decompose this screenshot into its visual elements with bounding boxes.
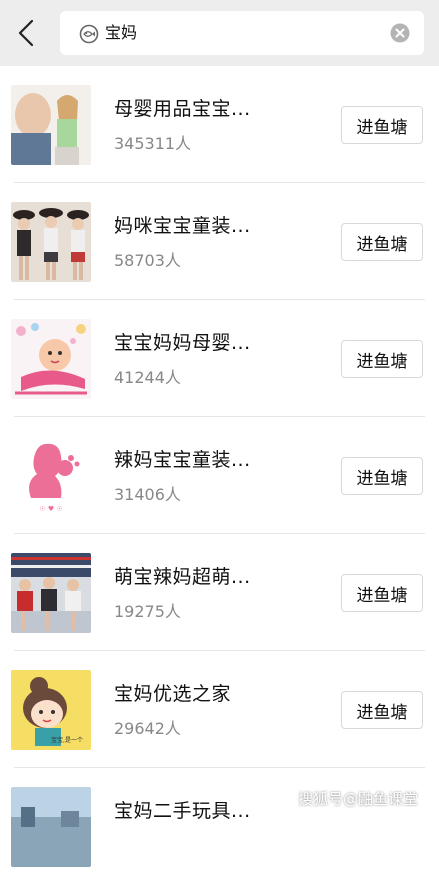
back-button[interactable] [10,15,46,51]
svg-text:宝宝,是一个: 宝宝,是一个 [51,736,83,744]
member-count: 29642人 [114,719,181,738]
watermark: 搜狐号@鼬鱼课堂 [298,790,419,808]
pink-mother-logo: ☉ ♥ ☉ [11,436,91,516]
join-button[interactable]: 进鱼塘 [341,340,423,378]
list-item[interactable]: 宝妈二手玩具... [0,768,439,885]
member-count: 19275人 [114,602,181,621]
join-button[interactable]: 进鱼塘 [341,223,423,261]
member-count: 41244人 [114,368,181,387]
group-name: 妈咪宝宝童装... [114,215,251,237]
search-input[interactable]: 宝妈 [60,11,424,55]
top-bar: 宝妈 [0,0,439,66]
kids-fashion-photo [11,202,91,282]
chevron-left-icon [18,19,34,47]
join-button[interactable]: 进鱼塘 [341,691,423,729]
fish-search-icon [79,24,99,44]
member-count: 345311人 [114,134,192,153]
list-item[interactable]: 宝宝,是一个 宝妈优选之家 29642人 进鱼塘 [0,651,439,768]
pregnant-mother-child-photo [11,85,91,165]
list-item[interactable]: ☉ ♥ ☉ 辣妈宝宝童装... 31406人 进鱼塘 [0,417,439,534]
svg-text:☉ ♥ ☉: ☉ ♥ ☉ [39,505,62,513]
group-name: 宝宝妈妈母婴... [114,332,251,354]
member-count: 31406人 [114,485,181,504]
member-count: 58703人 [114,251,181,270]
group-name: 辣妈宝宝童装... [114,449,251,471]
kids-group-photo [11,553,91,633]
outdoor-photo [11,787,91,867]
list-item[interactable]: 母婴用品宝宝... 345311人 进鱼塘 [0,66,439,183]
cartoon-girl-avatar: 宝宝,是一个 [11,670,91,750]
list-item[interactable]: 宝宝妈妈母婴... 41244人 进鱼塘 [0,300,439,417]
group-name: 宝妈二手玩具... [114,800,251,822]
clear-circle-icon[interactable] [390,23,410,43]
join-button[interactable]: 进鱼塘 [341,457,423,495]
group-name: 萌宝辣妈超萌... [114,566,251,588]
join-button[interactable]: 进鱼塘 [341,106,423,144]
search-query: 宝妈 [105,23,138,42]
baby-illustration [11,319,91,399]
list-item[interactable]: 萌宝辣妈超萌... 19275人 进鱼塘 [0,534,439,651]
list-item[interactable]: 妈咪宝宝童装... 58703人 进鱼塘 [0,183,439,300]
group-name: 宝妈优选之家 [114,683,232,705]
group-name: 母婴用品宝宝... [114,98,251,120]
join-button[interactable]: 进鱼塘 [341,574,423,612]
